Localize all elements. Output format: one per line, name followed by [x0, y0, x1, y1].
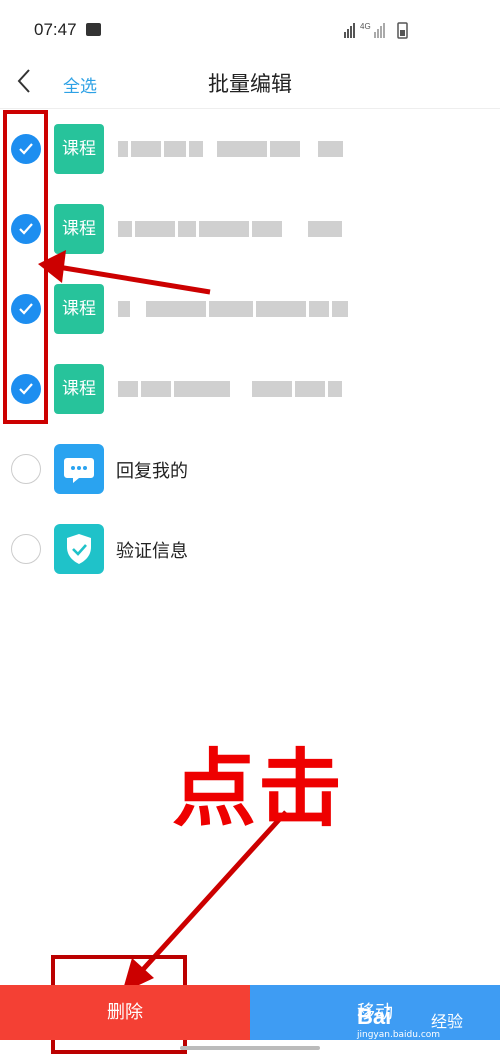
annotation-arrow-line — [57, 264, 211, 295]
watermark: Bai 经验 jingyan.baidu.com — [355, 1000, 495, 1040]
annotation-overlay — [3, 110, 288, 1054]
watermark-url: jingyan.baidu.com — [357, 1030, 441, 1040]
annotation-arrowhead — [38, 250, 66, 283]
delete-button[interactable]: 删除 — [0, 985, 250, 1040]
watermark-brand: Bai — [357, 1004, 392, 1029]
home-indicator — [180, 1046, 320, 1050]
annotation-box-checkboxes — [3, 110, 48, 424]
annotation-text: 点击 — [172, 740, 345, 838]
watermark-suffix: 经验 — [431, 1012, 464, 1031]
